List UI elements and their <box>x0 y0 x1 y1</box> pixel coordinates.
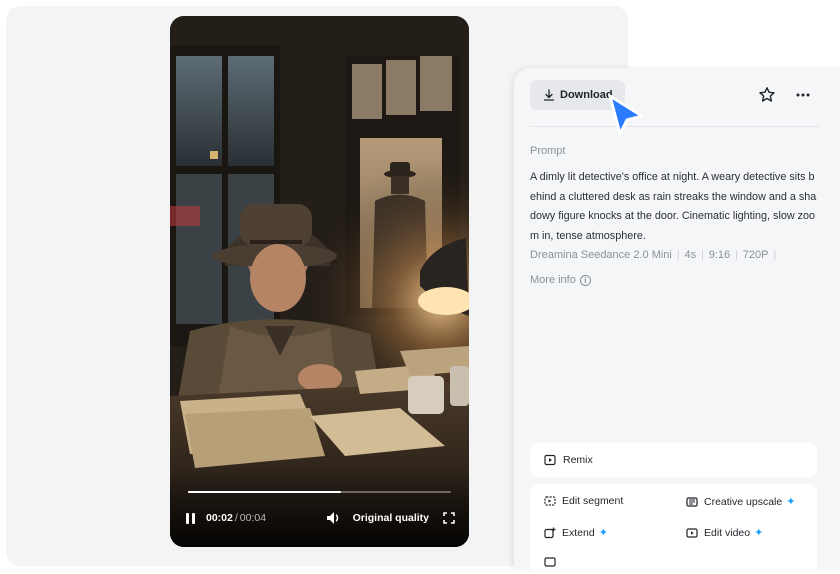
controls-overlay <box>170 467 469 547</box>
quality-selector[interactable]: Original quality <box>353 512 429 524</box>
progress-fill <box>188 491 341 493</box>
info-icon: i <box>579 274 591 286</box>
creative-upscale-label: Creative upscale <box>704 495 783 508</box>
upscale-icon <box>686 496 698 507</box>
remix-icon <box>544 454 556 466</box>
more-info-link[interactable]: More info i <box>530 274 591 286</box>
duration: 00:04 <box>239 512 267 524</box>
generation-meta: Dreamina Seedance 2.0 Mini | 4s | 9:16 |… <box>530 249 781 261</box>
remix-button[interactable]: Remix <box>530 443 817 477</box>
sparkle-icon: ✦ <box>754 527 764 539</box>
edit-segment-button[interactable]: Edit segment <box>544 495 623 507</box>
more-icon[interactable] <box>794 86 812 104</box>
pause-icon[interactable] <box>186 512 197 524</box>
details-toolbar: Download <box>530 80 820 127</box>
edit-segment-label: Edit segment <box>562 495 624 507</box>
fullscreen-icon[interactable] <box>443 512 455 524</box>
duration-meta: 4s <box>684 249 697 261</box>
extend-label: Extend <box>562 526 595 539</box>
edit-tools-card: Edit segment Creative upscale ✦ Extend ✦… <box>530 484 817 574</box>
meta-divider: | <box>701 249 704 261</box>
edit-video-icon <box>686 527 698 538</box>
edit-video-button[interactable]: Edit video ✦ <box>686 526 763 539</box>
details-panel: Download Prompt A dimly lit detective's … <box>514 68 840 574</box>
creative-upscale-button[interactable]: Creative upscale ✦ <box>686 495 795 508</box>
edit-video-label: Edit video <box>704 526 751 539</box>
tool-icon <box>544 557 556 567</box>
extend-button[interactable]: Extend ✦ <box>544 526 608 539</box>
edit-segment-icon <box>544 496 556 506</box>
video-player[interactable]: 00:02 / 00:04 Original quality <box>170 16 469 547</box>
sparkle-icon: ✦ <box>786 496 796 508</box>
time-separator: / <box>234 512 238 524</box>
download-icon <box>543 89 555 101</box>
more-info-label: More info <box>530 274 576 286</box>
remix-label: Remix <box>563 454 593 466</box>
current-time: 00:02 <box>206 512 233 524</box>
sparkle-icon: ✦ <box>598 527 608 539</box>
volume-icon[interactable] <box>326 511 342 525</box>
player-controls: 00:02 / 00:04 Original quality <box>186 510 455 526</box>
extend-icon <box>544 527 556 538</box>
meta-divider: | <box>773 249 777 261</box>
progress-bar[interactable] <box>188 491 451 493</box>
star-icon[interactable] <box>758 86 776 104</box>
prompt-label: Prompt <box>530 145 566 157</box>
meta-divider: | <box>735 249 738 261</box>
resolution-meta: 720P <box>742 249 769 261</box>
meta-divider: | <box>676 249 680 261</box>
model-name: Dreamina Seedance 2.0 Mini <box>530 249 672 261</box>
prompt-text: A dimly lit detective's office at night.… <box>530 171 817 242</box>
more-tools-icon[interactable] <box>544 556 562 568</box>
cursor-icon <box>608 94 644 136</box>
aspect-ratio-meta: 9:16 <box>708 249 731 261</box>
